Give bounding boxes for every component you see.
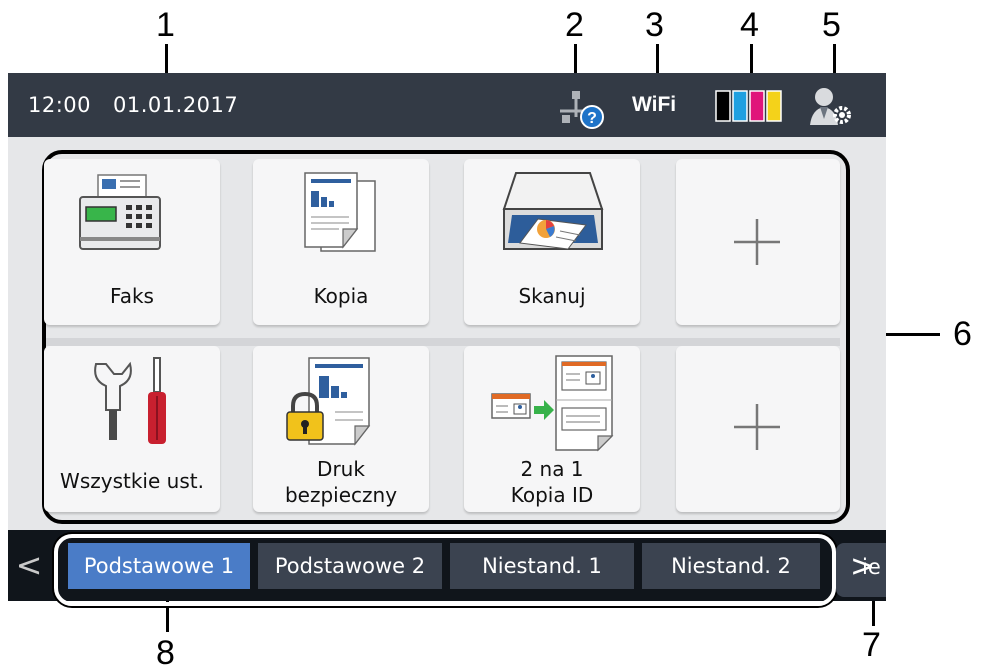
network-unknown-icon[interactable]: ?: [556, 87, 606, 129]
time-text: 12:00: [28, 93, 92, 117]
callout-number-3: 3: [645, 6, 664, 44]
fax-label: Faks: [110, 284, 154, 308]
tab-group-frame: [54, 534, 836, 606]
scan-label: Skanuj: [518, 284, 586, 308]
plus-icon: [734, 219, 780, 265]
next-page-partial-label: ie: [862, 555, 881, 579]
scan-button[interactable]: Skanuj: [464, 159, 640, 325]
callout-number-5: 5: [822, 6, 841, 44]
callout-number-8: 8: [156, 634, 175, 672]
wifi-status-icon[interactable]: WiFi: [632, 93, 676, 117]
callout-number-7: 7: [862, 626, 881, 664]
all-settings-label: Wszystkie ust.: [60, 469, 204, 493]
id-copy-icon: [491, 355, 614, 452]
callout-number-2: 2: [565, 6, 584, 44]
ink-cartridge-4: [766, 90, 782, 122]
plus-icon: [734, 404, 780, 450]
fax-button[interactable]: Faks: [44, 159, 220, 325]
copy-icon: [304, 172, 376, 252]
date-time: 12:00 01.01.2017: [28, 93, 260, 117]
copy-label: Kopia: [313, 284, 369, 308]
id-copy-button[interactable]: 2 na 1 Kopia ID: [464, 346, 640, 512]
row-divider: [46, 338, 840, 346]
callout-number-6: 6: [953, 315, 972, 353]
add-shortcut-button[interactable]: [676, 159, 840, 325]
ink-cartridge-3: [749, 90, 765, 122]
callout-number-1: 1: [156, 6, 175, 44]
user-settings-icon[interactable]: [808, 85, 854, 127]
next-page-button[interactable]: > ie: [836, 543, 886, 597]
copy-button[interactable]: Kopia: [253, 159, 429, 325]
id-copy-label-line2: Kopia ID: [510, 483, 594, 507]
ink-cartridge-1: [715, 90, 731, 122]
secure-print-label-line1: Druk: [317, 457, 365, 481]
scanner-icon: [502, 172, 604, 250]
callout-number-4: 4: [740, 6, 759, 44]
id-copy-label-line1: 2 na 1: [520, 457, 584, 481]
ink-levels-icon[interactable]: [714, 87, 786, 125]
previous-page-button[interactable]: <: [14, 543, 44, 589]
secure-print-button[interactable]: Druk bezpieczny: [253, 346, 429, 512]
ink-cartridge-2: [732, 90, 748, 122]
status-bar: 12:00 01.01.2017 ? WiFi: [8, 73, 886, 137]
fax-icon: [79, 174, 161, 250]
tools-icon: [94, 357, 166, 444]
date-text: 01.01.2017: [113, 93, 239, 117]
secure-print-icon: [286, 357, 371, 446]
secure-print-label-line2: bezpieczny: [284, 483, 398, 507]
svg-text:?: ?: [587, 110, 597, 127]
all-settings-button[interactable]: Wszystkie ust.: [44, 346, 220, 512]
add-shortcut-button-2[interactable]: [676, 346, 840, 512]
